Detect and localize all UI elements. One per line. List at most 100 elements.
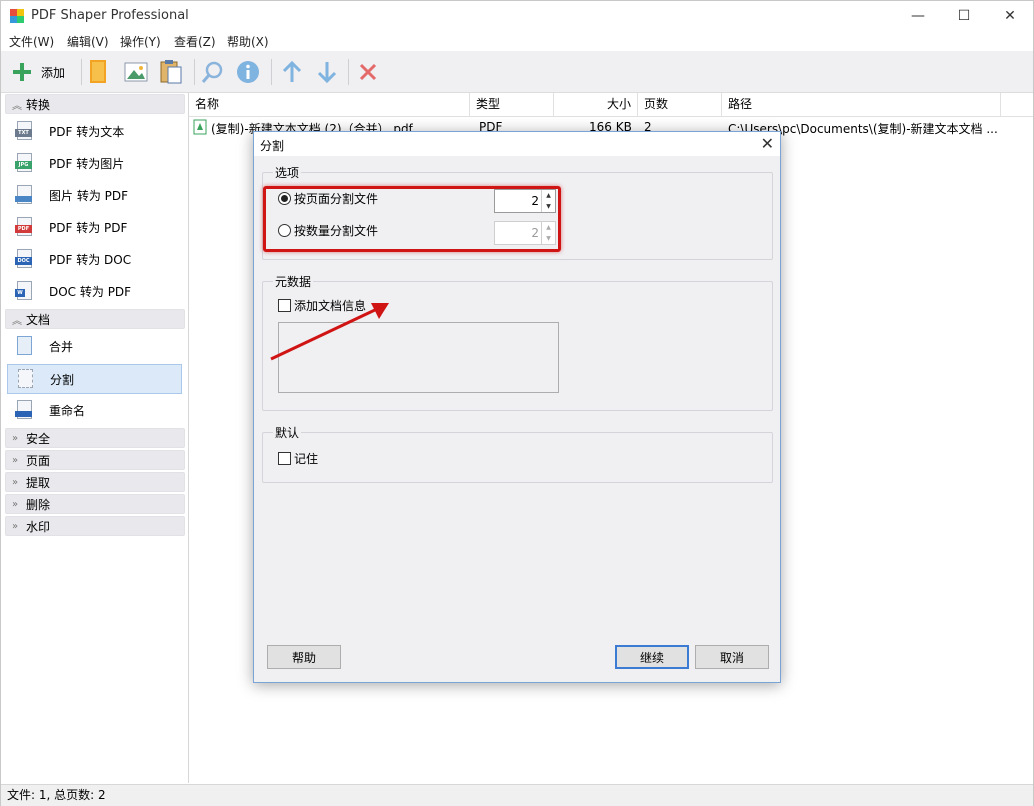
metadata-group-label: 元数据 <box>273 273 314 290</box>
title-bar: PDF Shaper Professional — ☐ ✕ <box>1 1 1033 31</box>
plus-icon <box>13 63 31 81</box>
category-label: 删除 <box>26 497 51 512</box>
category-watermark[interactable]: » 水印 <box>5 516 185 536</box>
annotation-highlight-box <box>263 186 561 252</box>
category-convert[interactable]: ︽ 转换 <box>5 94 185 114</box>
delete-icon <box>359 63 377 81</box>
clipboard-icon <box>160 60 182 84</box>
sidebar-item-label: 图片 转为 PDF <box>49 188 129 203</box>
merge-icon <box>15 336 35 356</box>
image-button[interactable] <box>124 57 148 87</box>
app-logo-icon <box>10 9 24 23</box>
arrow-down-icon <box>317 62 337 84</box>
chevron-up-icon: ︽ <box>12 315 22 327</box>
sidebar: ︽ 转换 TXT PDF 转为文本 JPG PDF 转为图片 图片 转为 PDF… <box>1 93 189 783</box>
info-button[interactable] <box>236 57 260 87</box>
sidebar-item-label: 分割 <box>50 372 75 387</box>
sidebar-item-label: DOC 转为 PDF <box>49 284 132 299</box>
remember-label: 记住 <box>294 452 319 466</box>
sidebar-item-label: PDF 转为 DOC <box>49 252 132 267</box>
category-page[interactable]: » 页面 <box>5 450 185 470</box>
doc-file-icon: DOC <box>15 249 35 269</box>
image-file-icon <box>15 185 35 205</box>
chevron-down-icon: » <box>12 476 19 488</box>
sidebar-item-label: 合并 <box>49 339 74 354</box>
column-size[interactable]: 大小 <box>554 93 638 117</box>
column-pages[interactable]: 页数 <box>638 93 722 117</box>
window-title: PDF Shaper Professional <box>31 8 189 23</box>
category-label: 文档 <box>26 312 51 327</box>
toolbar-separator <box>271 59 272 85</box>
book-icon <box>90 60 106 83</box>
dialog-title: 分割 <box>260 139 285 153</box>
sidebar-item-label: 重命名 <box>49 403 86 418</box>
sidebar-item-pdf-to-pdf[interactable]: PDF PDF 转为 PDF <box>7 212 182 242</box>
column-path[interactable]: 路径 <box>722 93 1001 117</box>
category-extract[interactable]: » 提取 <box>5 472 185 492</box>
move-up-button[interactable] <box>280 57 304 87</box>
column-name[interactable]: 名称 <box>189 93 470 117</box>
add-button[interactable]: 添加 <box>11 57 65 87</box>
close-button[interactable]: ✕ <box>987 1 1033 31</box>
sidebar-item-split[interactable]: 分割 <box>7 364 182 394</box>
status-bar: 文件: 1, 总页数: 2 <box>1 784 1033 806</box>
search-button[interactable] <box>201 57 225 87</box>
category-security[interactable]: » 安全 <box>5 428 185 448</box>
arrow-up-icon <box>282 60 302 82</box>
maximize-button[interactable]: ☐ <box>941 1 987 31</box>
word-file-icon: W <box>15 281 35 301</box>
column-type[interactable]: 类型 <box>470 93 554 117</box>
delete-button[interactable] <box>357 57 379 87</box>
sidebar-item-rename[interactable]: 重命名 <box>7 395 182 425</box>
dialog-title-bar: 分割 ✕ <box>254 132 780 156</box>
menu-edit[interactable]: 编辑(V) <box>67 33 109 50</box>
checkbox-icon <box>278 452 291 465</box>
default-group: 默认 <box>262 424 773 483</box>
chevron-down-icon: » <box>12 520 19 532</box>
close-icon[interactable]: ✕ <box>761 134 774 153</box>
open-book-button[interactable] <box>88 57 110 87</box>
minimize-button[interactable]: — <box>895 1 941 31</box>
cancel-button[interactable]: 取消 <box>695 645 769 669</box>
sidebar-item-pdf-to-image[interactable]: JPG PDF 转为图片 <box>7 148 182 178</box>
chevron-down-icon: » <box>12 454 19 466</box>
sidebar-item-doc-to-pdf[interactable]: W DOC 转为 PDF <box>7 276 182 306</box>
rename-icon <box>15 400 35 420</box>
maximize-icon: ☐ <box>957 8 971 24</box>
sidebar-item-label: PDF 转为 PDF <box>49 220 128 235</box>
toolbar: 添加 <box>1 51 1033 93</box>
sidebar-item-merge[interactable]: 合并 <box>7 331 182 361</box>
menu-file[interactable]: 文件(W) <box>9 33 54 50</box>
pdf-file-icon <box>193 119 207 135</box>
sidebar-item-pdf-to-text[interactable]: TXT PDF 转为文本 <box>7 116 182 146</box>
toolbar-separator <box>81 59 82 85</box>
sidebar-item-label: PDF 转为文本 <box>49 124 125 139</box>
menu-action[interactable]: 操作(Y) <box>120 33 161 50</box>
file-list-header: 名称 类型 大小 页数 路径 <box>189 93 1033 117</box>
sidebar-item-image-to-pdf[interactable]: 图片 转为 PDF <box>7 180 182 210</box>
move-down-button[interactable] <box>315 57 339 87</box>
chevron-down-icon: » <box>12 432 19 444</box>
category-label: 转换 <box>26 97 51 112</box>
category-document[interactable]: ︽ 文档 <box>5 309 185 329</box>
paste-button[interactable] <box>159 57 183 87</box>
close-icon: ✕ <box>1004 8 1016 24</box>
menu-bar: 文件(W) 编辑(V) 操作(Y) 查看(Z) 帮助(X) <box>1 31 1033 51</box>
category-label: 安全 <box>26 431 51 446</box>
app-window: PDF Shaper Professional — ☐ ✕ 文件(W) 编辑(V… <box>0 0 1034 806</box>
default-group-label: 默认 <box>273 424 302 441</box>
toolbar-separator <box>194 59 195 85</box>
continue-button[interactable]: 继续 <box>615 645 689 669</box>
minimize-icon: — <box>911 8 925 24</box>
image-icon <box>124 62 148 82</box>
category-delete[interactable]: » 删除 <box>5 494 185 514</box>
remember-checkbox[interactable]: 记住 <box>278 450 318 467</box>
search-icon <box>201 61 223 83</box>
sidebar-item-pdf-to-doc[interactable]: DOC PDF 转为 DOC <box>7 244 182 274</box>
menu-help[interactable]: 帮助(X) <box>227 33 269 50</box>
menu-view[interactable]: 查看(Z) <box>174 33 216 50</box>
split-icon <box>16 369 36 389</box>
sidebar-item-label: PDF 转为图片 <box>49 156 125 171</box>
help-button[interactable]: 帮助 <box>267 645 341 669</box>
chevron-down-icon: » <box>12 498 19 510</box>
